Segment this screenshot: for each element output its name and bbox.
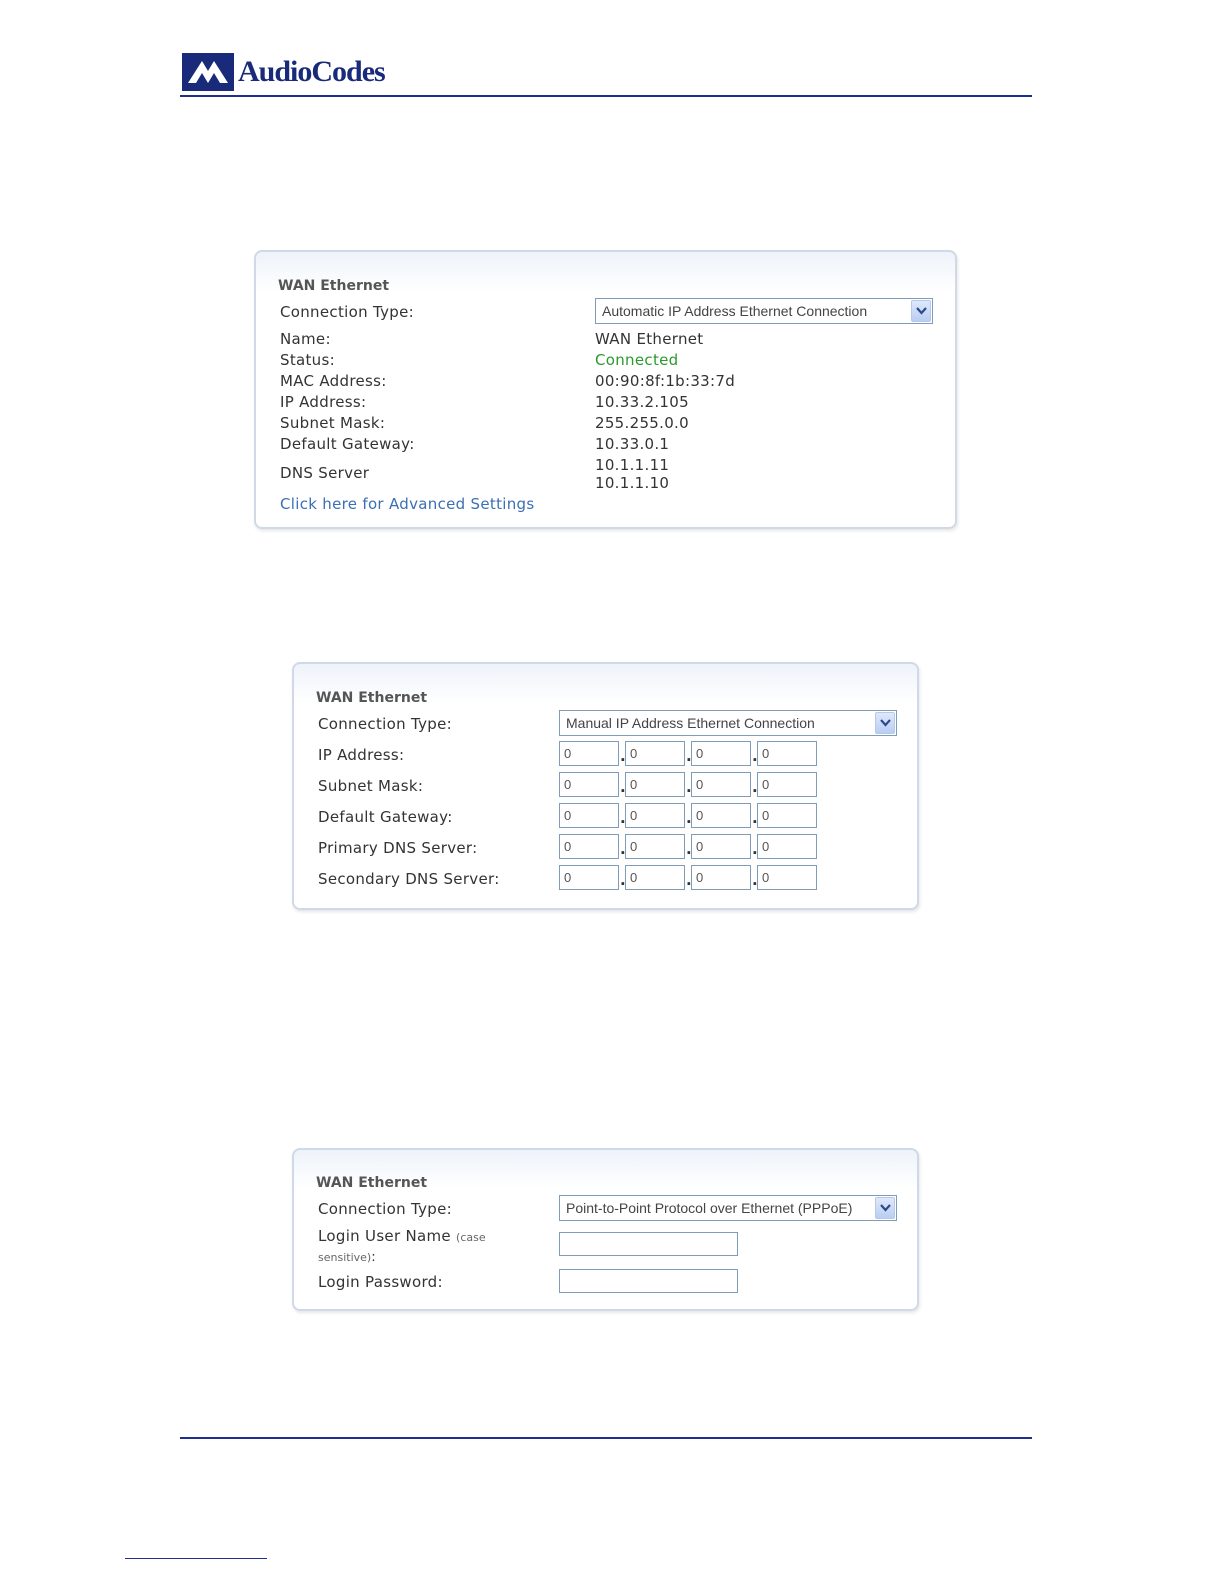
login-user-name-text: Login User Name — [318, 1227, 451, 1245]
connection-type-label: Connection Type: — [318, 715, 452, 733]
mac-address-value: 00:90:8f:1b:33:7d — [595, 372, 736, 390]
secondary-dns-label: Secondary DNS Server: — [318, 870, 500, 888]
default-gateway-octet-2[interactable] — [625, 803, 685, 828]
chevron-down-icon[interactable] — [875, 1197, 895, 1219]
connection-type-select[interactable]: Manual IP Address Ethernet Connection — [559, 710, 897, 736]
primary-dns-octet-2[interactable] — [625, 834, 685, 859]
dns-server-label: DNS Server — [280, 464, 370, 482]
chevron-down-icon[interactable] — [911, 300, 931, 322]
connection-type-selected-value: Automatic IP Address Ethernet Connection — [602, 303, 868, 319]
login-password-input[interactable] — [559, 1269, 738, 1293]
primary-dns-label: Primary DNS Server: — [318, 839, 478, 857]
secondary-dns-octet-4[interactable] — [757, 865, 817, 890]
default-gateway-label: Default Gateway: — [280, 435, 415, 453]
default-gateway-value: 10.33.0.1 — [595, 435, 670, 453]
secondary-dns-octet-2[interactable] — [625, 865, 685, 890]
primary-dns-octet-1[interactable] — [559, 834, 619, 859]
primary-dns-octet-4[interactable] — [757, 834, 817, 859]
login-password-label: Login Password: — [318, 1273, 443, 1291]
audiocodes-logo: AudioCodes — [182, 52, 386, 92]
secondary-dns-octet-3[interactable] — [691, 865, 751, 890]
ip-address-label: IP Address: — [318, 746, 405, 764]
label-colon: : — [371, 1250, 376, 1265]
logo-text: AudioCodes — [238, 55, 386, 88]
default-gateway-octet-3[interactable] — [691, 803, 751, 828]
connection-type-selected-value: Manual IP Address Ethernet Connection — [566, 715, 815, 731]
wan-ethernet-panel-automatic: WAN Ethernet Connection Type: Automatic … — [254, 250, 957, 529]
ip-address-octet-2[interactable] — [625, 741, 685, 766]
primary-dns-octet-3[interactable] — [691, 834, 751, 859]
connection-type-label: Connection Type: — [280, 303, 414, 321]
ip-address-label: IP Address: — [280, 393, 367, 411]
subnet-mask-octet-2[interactable] — [625, 772, 685, 797]
subnet-mask-octet-4[interactable] — [757, 772, 817, 797]
subnet-mask-octet-3[interactable] — [691, 772, 751, 797]
default-gateway-octet-4[interactable] — [757, 803, 817, 828]
connection-type-select[interactable]: Point-to-Point Protocol over Ethernet (P… — [559, 1195, 897, 1221]
wan-ethernet-panel-pppoe: WAN Ethernet Connection Type: Point-to-P… — [292, 1148, 919, 1311]
login-user-name-label-continued: sensitive): — [318, 1247, 376, 1265]
chevron-down-icon[interactable] — [875, 712, 895, 734]
ip-address-octet-1[interactable] — [559, 741, 619, 766]
default-gateway-input-group: . . . — [559, 803, 819, 829]
connection-type-selected-value: Point-to-Point Protocol over Ethernet (P… — [566, 1200, 853, 1216]
login-user-name-label: Login User Name (case — [318, 1227, 486, 1245]
header-rule — [180, 95, 1032, 97]
subnet-mask-value: 255.255.0.0 — [595, 414, 689, 432]
name-label: Name: — [280, 330, 331, 348]
connection-type-label: Connection Type: — [318, 1200, 452, 1218]
connection-type-select[interactable]: Automatic IP Address Ethernet Connection — [595, 298, 933, 324]
dns-server-value-2: 10.1.1.10 — [595, 474, 670, 492]
status-label: Status: — [280, 351, 335, 369]
wan-ethernet-panel-manual: WAN Ethernet Connection Type: Manual IP … — [292, 662, 919, 910]
case-sensitive-hint: (case — [456, 1231, 486, 1244]
footer-rule — [180, 1437, 1032, 1439]
panel-title: WAN Ethernet — [316, 1175, 428, 1191]
primary-dns-input-group: . . . — [559, 834, 819, 860]
panel-title: WAN Ethernet — [278, 278, 390, 294]
name-value: WAN Ethernet — [595, 330, 704, 348]
ip-address-octet-3[interactable] — [691, 741, 751, 766]
advanced-settings-link[interactable]: Click here for Advanced Settings — [280, 495, 534, 513]
secondary-dns-input-group: . . . — [559, 865, 819, 891]
dns-server-value-1: 10.1.1.11 — [595, 456, 670, 474]
secondary-dns-octet-1[interactable] — [559, 865, 619, 890]
panel-title: WAN Ethernet — [316, 690, 428, 706]
default-gateway-label: Default Gateway: — [318, 808, 453, 826]
audiocodes-logo-icon — [182, 53, 234, 91]
default-gateway-octet-1[interactable] — [559, 803, 619, 828]
login-user-name-input[interactable] — [559, 1232, 738, 1256]
subnet-mask-octet-1[interactable] — [559, 772, 619, 797]
ip-address-value: 10.33.2.105 — [595, 393, 689, 411]
subnet-mask-input-group: . . . — [559, 772, 819, 798]
mac-address-label: MAC Address: — [280, 372, 387, 390]
ip-address-octet-4[interactable] — [757, 741, 817, 766]
subnet-mask-label: Subnet Mask: — [318, 777, 424, 795]
subnet-mask-label: Subnet Mask: — [280, 414, 386, 432]
status-value: Connected — [595, 351, 679, 369]
case-sensitive-hint-continued: sensitive) — [318, 1251, 372, 1264]
footnote-rule — [125, 1558, 267, 1559]
ip-address-input-group: . . . — [559, 741, 819, 767]
